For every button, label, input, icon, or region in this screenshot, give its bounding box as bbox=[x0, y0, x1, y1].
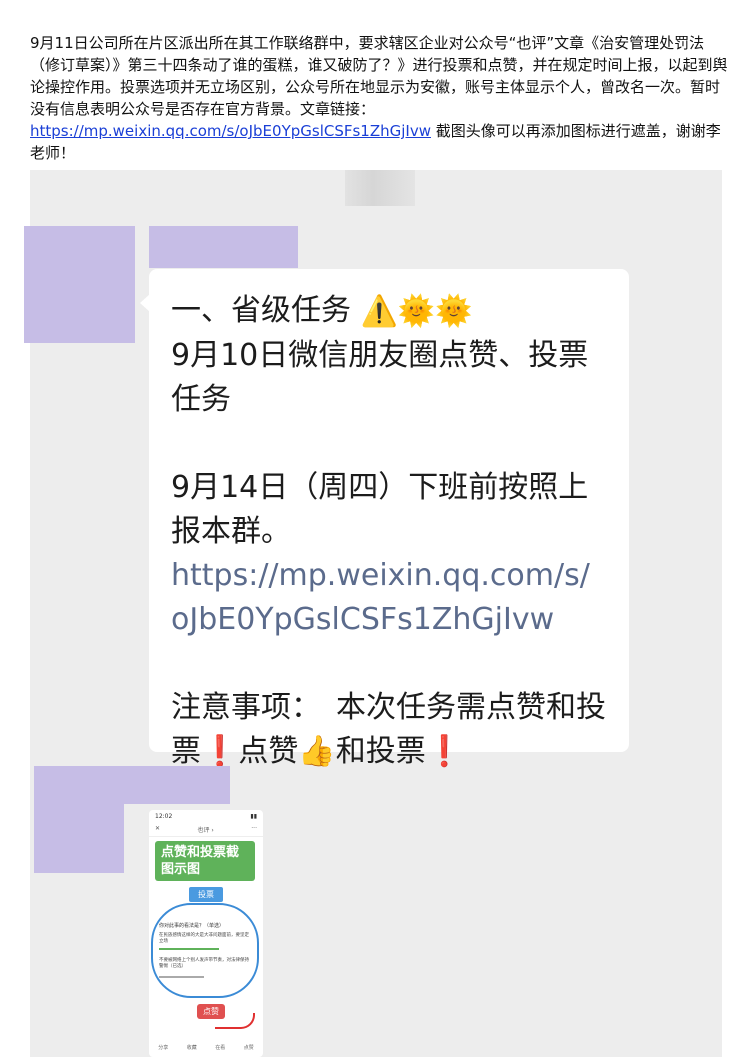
avatar-mask bbox=[24, 226, 135, 343]
intro-paragraph: 9月11日公司所在片区派出所在其工作联络群中，要求辖区企业对公众号“也评”文章《… bbox=[30, 32, 730, 164]
article-bottom-bar: 分享 收藏 在看 点赞 bbox=[158, 1045, 254, 1051]
vote-label: 投票 bbox=[189, 887, 223, 902]
screenshot-image-message[interactable]: 12:02 ▮▮ ✕ 也评 › ··· 点赞和投票截图示图 投票 你对此事的看法是？（… bbox=[149, 810, 263, 1057]
poll-option-2: 不要被网络上个别人发声带节奏，对法律保持警惕（已选） bbox=[159, 958, 249, 969]
close-icon: ✕ bbox=[155, 825, 161, 832]
more-icon: ··· bbox=[251, 825, 257, 832]
thumbs-up-icon: 👍 bbox=[298, 733, 336, 769]
exclamation-icon: ❗ bbox=[201, 733, 239, 769]
message-line-task-title: 一、省级任务 ⚠️🌞🌞 bbox=[171, 289, 607, 334]
sender-name-mask-2 bbox=[124, 766, 230, 804]
exclamation-icon: ❗ bbox=[425, 733, 464, 769]
instruction-banner: 点赞和投票截图示图 bbox=[155, 841, 255, 881]
poll-option-1-bar bbox=[159, 948, 219, 950]
phone-nav-bar: ✕ 也评 › ··· bbox=[149, 823, 263, 837]
poll-option-2-bar bbox=[159, 976, 204, 978]
sender-name-mask bbox=[149, 226, 298, 268]
message-link[interactable]: https://mp.weixin.qq.com/s/oJbE0YpGslCSF… bbox=[171, 554, 607, 642]
phone-status-bar: 12:02 ▮▮ bbox=[155, 813, 257, 820]
poll-question: 你对此事的看法是？（单选） bbox=[159, 923, 225, 929]
blurred-region bbox=[345, 170, 415, 206]
avatar-mask-2 bbox=[34, 766, 124, 873]
message-line-task-desc: 9月10日微信朋友圈点赞、投票任务 bbox=[171, 337, 589, 417]
message-line-deadline: 9月14日（周四）下班前按照上报本群。 bbox=[171, 469, 589, 549]
red-arrow-icon bbox=[215, 1013, 255, 1029]
warning-sun-emoji: ⚠️🌞🌞 bbox=[360, 293, 473, 329]
poll-option-1: 在民族感情这样的大是大非问题面前，要坚定立场 bbox=[159, 933, 249, 944]
poll-highlight-circle bbox=[151, 903, 259, 998]
chat-message-bubble: 一、省级任务 ⚠️🌞🌞 9月10日微信朋友圈点赞、投票任务 9月14日（周四）下… bbox=[140, 269, 629, 769]
message-line-note: 注意事项： 本次任务需点赞和投票❗点赞👍和投票❗ bbox=[171, 689, 606, 769]
intro-text: 9月11日公司所在片区派出所在其工作联络群中，要求辖区企业对公众号“也评”文章《… bbox=[30, 34, 728, 118]
article-link[interactable]: https://mp.weixin.qq.com/s/oJbE0YpGslCSF… bbox=[30, 122, 431, 140]
